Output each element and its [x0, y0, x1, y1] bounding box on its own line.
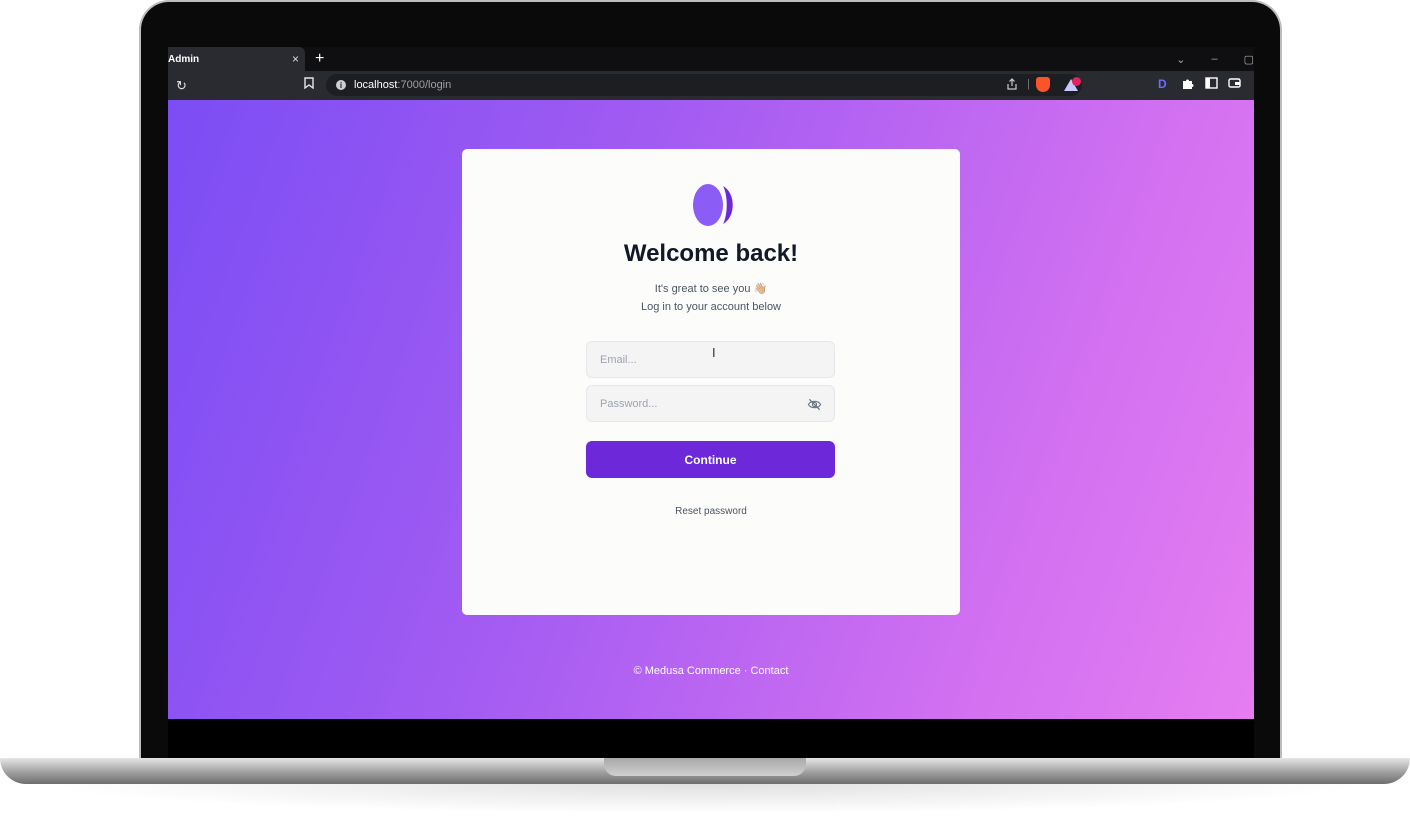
- email-field[interactable]: [586, 341, 835, 378]
- bookmark-icon[interactable]: [304, 77, 314, 92]
- url-host: localhost: [354, 79, 398, 91]
- eye-off-icon[interactable]: [807, 397, 822, 412]
- greeting-text: It's great to see you 👋🏼: [654, 283, 768, 295]
- sidebar-icon[interactable]: [1205, 77, 1218, 93]
- laptop-notch: [604, 758, 806, 776]
- tab-admin[interactable]: Admin ×: [168, 47, 305, 71]
- reset-password-link[interactable]: Reset password: [462, 506, 960, 517]
- tab-bar: Admin × + ⌄ – ▢: [168, 47, 1254, 71]
- text-cursor-icon: I: [712, 345, 716, 360]
- browser-window: Admin × + ⌄ – ▢ ↻ i localhost :7000/logi…: [168, 47, 1254, 719]
- brave-shields-icon[interactable]: [1036, 77, 1050, 92]
- laptop-shadow: [40, 784, 1370, 814]
- continue-button[interactable]: Continue: [586, 441, 835, 478]
- login-card: Welcome back! It's great to see you 👋🏼 L…: [462, 149, 960, 615]
- screen-bezel-bottom: [168, 719, 1254, 758]
- login-page: Welcome back! It's great to see you 👋🏼 L…: [168, 100, 1254, 719]
- login-instructions: Log in to your account below: [640, 301, 782, 313]
- maximize-button[interactable]: ▢: [1244, 53, 1254, 66]
- window-controls: ⌄ – ▢: [1176, 47, 1254, 71]
- password-input[interactable]: [600, 397, 800, 410]
- address-bar[interactable]: i localhost :7000/login: [326, 74, 1082, 96]
- minimize-button[interactable]: –: [1211, 53, 1217, 65]
- extension-d-icon[interactable]: D: [1158, 77, 1167, 93]
- brave-rewards-icon[interactable]: [1064, 77, 1081, 91]
- wallet-icon[interactable]: [1228, 77, 1241, 93]
- extensions-puzzle-icon[interactable]: [1181, 77, 1194, 93]
- toolbar-divider: |: [1027, 78, 1030, 90]
- tab-title: Admin: [168, 53, 200, 65]
- password-field[interactable]: [586, 385, 835, 422]
- medusa-logo-icon: [693, 184, 733, 226]
- browser-toolbar: ↻ i localhost :7000/login | D: [168, 71, 1254, 100]
- reload-icon[interactable]: ↻: [176, 78, 187, 94]
- page-title: Welcome back!: [623, 240, 799, 267]
- footer-text[interactable]: © Medusa Commerce · Contact: [168, 665, 1254, 677]
- new-tab-button[interactable]: +: [315, 50, 324, 68]
- tab-search-icon[interactable]: ⌄: [1176, 53, 1185, 66]
- share-icon[interactable]: [1006, 78, 1018, 93]
- url-path: :7000/login: [397, 79, 452, 91]
- email-input[interactable]: [600, 353, 800, 366]
- tab-close-icon[interactable]: ×: [292, 52, 299, 66]
- site-info-icon[interactable]: i: [336, 80, 346, 90]
